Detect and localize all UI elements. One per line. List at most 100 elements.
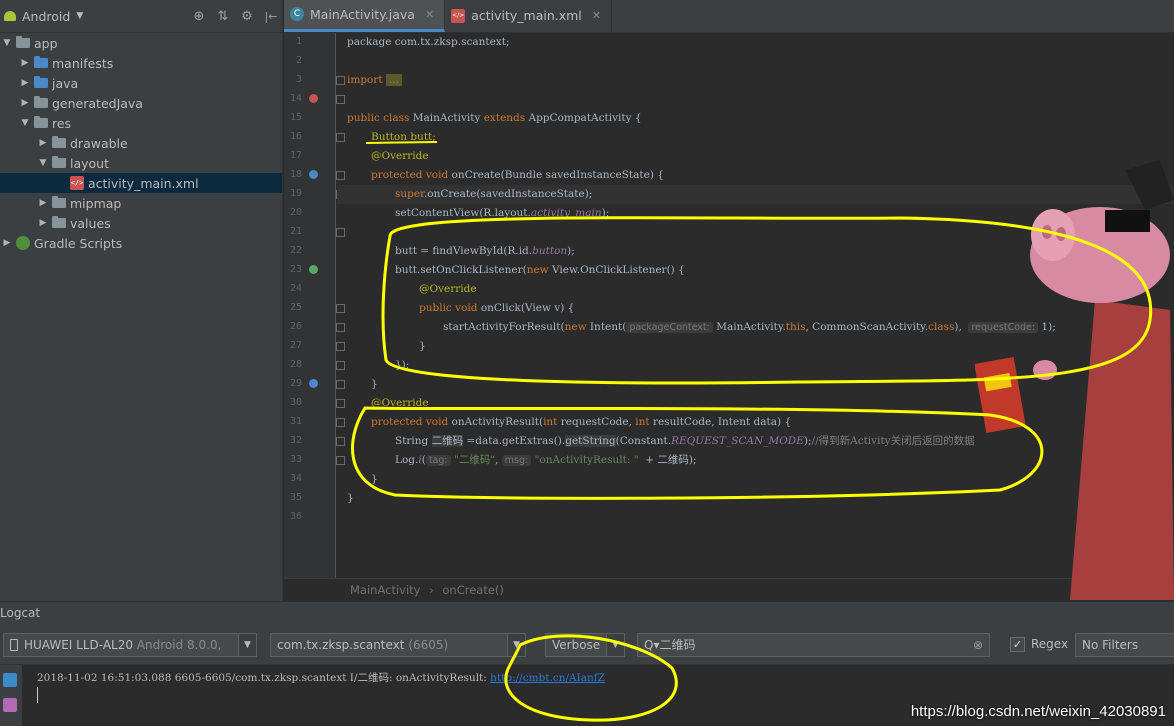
chevron-right-icon[interactable]: ▶: [36, 138, 50, 148]
implements-marker-icon[interactable]: [309, 170, 318, 179]
log-level-selector[interactable]: Verbose ▼: [545, 633, 625, 657]
chevron-right-icon[interactable]: ▶: [36, 218, 50, 228]
param-hint: requestCode:: [968, 322, 1039, 333]
tree-item-label: generatedJava: [52, 95, 143, 111]
close-icon[interactable]: ✕: [592, 9, 601, 22]
tab-activity-main-xml[interactable]: </> activity_main.xml ✕: [445, 0, 612, 32]
tree-item-activity-main-xml[interactable]: </> activity_main.xml: [0, 173, 282, 193]
line-number: 17: [289, 150, 302, 161]
code-line: startActivityForResult(new Intent(packag…: [443, 321, 1056, 333]
code-line: protected void onActivityResult(int requ…: [371, 416, 792, 428]
clear-icon[interactable]: ⊗: [973, 634, 983, 656]
tree-item-label: manifests: [52, 55, 114, 71]
breadcrumb-separator: ›: [429, 583, 434, 597]
chevron-right-icon[interactable]: ▶: [36, 198, 50, 208]
code-line: @Override: [419, 283, 477, 295]
line-number: 22: [289, 245, 302, 256]
collapse-all-icon[interactable]: ⇅: [212, 9, 234, 24]
code-line: }: [347, 492, 354, 504]
code-line: }: [371, 473, 378, 485]
chevron-right-icon[interactable]: ▶: [18, 98, 32, 108]
code-line: package com.tx.zksp.scantext;: [347, 36, 510, 48]
tree-item-gradle-scripts[interactable]: ▶ Gradle Scripts: [0, 233, 282, 253]
tree-item-app[interactable]: ▼ app: [0, 33, 282, 53]
android-icon: [4, 11, 16, 21]
trash-icon[interactable]: [3, 673, 17, 687]
watermark: https://blog.csdn.net/weixin_42030891: [910, 703, 1166, 720]
logcat-side-toolbar: [0, 665, 22, 726]
line-number: 16: [289, 131, 302, 142]
gradle-icon: [16, 236, 30, 250]
line-number: 28: [289, 359, 302, 370]
logcat-title: Logcat: [0, 606, 41, 620]
breadcrumb-item[interactable]: MainActivity: [350, 583, 420, 597]
close-icon[interactable]: ✕: [425, 8, 434, 21]
tree-item-java[interactable]: ▶ java: [0, 73, 282, 93]
tree-item-manifests[interactable]: ▶ manifests: [0, 53, 282, 73]
code-line-current: super.onCreate(savedInstanceState);: [337, 185, 1174, 204]
chevron-down-icon[interactable]: ▼: [606, 634, 624, 656]
xml-file-icon: </>: [451, 8, 466, 23]
gear-icon[interactable]: ⚙: [236, 9, 258, 24]
project-tree: ▼ app ▶ manifests ▶ java ▶ generatedJava ▼ res ▶ dr…: [0, 33, 282, 253]
code-editor[interactable]: package com.tx.zksp.scantext; import ...…: [337, 33, 1174, 578]
line-number: 18: [289, 169, 302, 180]
tree-item-label: Gradle Scripts: [34, 235, 123, 251]
folder-icon: [34, 76, 48, 88]
locate-icon[interactable]: ⊕: [188, 9, 210, 24]
java-class-icon: C: [290, 7, 304, 21]
chevron-down-icon[interactable]: ▼: [0, 38, 14, 48]
chevron-down-icon[interactable]: ▼: [507, 634, 525, 656]
folder-icon: [34, 96, 48, 108]
log-search-input[interactable]: Q▾二维码 ⊗: [637, 633, 990, 657]
log-link[interactable]: http://cmbt.cn/AIanfZ: [490, 672, 605, 684]
tab-mainactivity-java[interactable]: C MainActivity.java ✕: [284, 0, 446, 32]
code-line: public void onClick(View v) {: [419, 302, 575, 314]
project-panel: Android ▼ ⊕ ⇅ ⚙ |← ▼ app ▶ manifests ▶ java ▶ g…: [0, 0, 283, 601]
line-number: 2: [295, 55, 302, 66]
override-marker-icon[interactable]: [309, 94, 318, 103]
chevron-down-icon[interactable]: ▼: [18, 118, 32, 128]
tree-item-label: res: [52, 115, 72, 131]
view-selector[interactable]: Android: [22, 9, 70, 24]
code-line: setContentView(R.layout.activity_main);: [395, 207, 610, 219]
regex-label: Regex: [1031, 637, 1069, 651]
line-number: 21: [289, 226, 302, 237]
process-selector[interactable]: com.tx.zksp.scantext (6605) ▼: [270, 633, 526, 657]
chevron-right-icon[interactable]: ▶: [18, 58, 32, 68]
filter-selector[interactable]: No Filters: [1075, 633, 1174, 657]
tree-item-label: app: [34, 35, 58, 51]
line-number: 3: [295, 74, 302, 85]
code-line: butt.setOnClickListener(new View.OnClick…: [395, 264, 685, 276]
tree-item-drawable[interactable]: ▶ drawable: [0, 133, 282, 153]
param-hint: packageContext:: [626, 322, 713, 333]
tree-item-res[interactable]: ▼ res: [0, 113, 282, 133]
implements-marker-icon[interactable]: [309, 379, 318, 388]
tree-item-layout[interactable]: ▼ layout: [0, 153, 282, 173]
scroll-end-icon[interactable]: [3, 698, 17, 712]
regex-checkbox[interactable]: ✓: [1010, 637, 1025, 652]
editor-tabs: C MainActivity.java ✕ </> activity_main.…: [284, 0, 1174, 33]
tree-item-generatedjava[interactable]: ▶ generatedJava: [0, 93, 282, 113]
line-number: 27: [289, 340, 302, 351]
chevron-down-icon[interactable]: ▼: [238, 634, 256, 656]
code-line: butt = findViewById(R.id.button);: [395, 245, 575, 257]
tree-item-label: layout: [70, 155, 110, 171]
tree-item-label: mipmap: [70, 195, 122, 211]
folder-icon: [52, 216, 66, 228]
device-selector[interactable]: HUAWEI LLD-AL20 Android 8.0.0, ▼: [3, 633, 257, 657]
hide-panel-icon[interactable]: |←: [260, 10, 282, 23]
line-number: 34: [289, 473, 302, 484]
tree-item-mipmap[interactable]: ▶ mipmap: [0, 193, 282, 213]
line-number: 14: [289, 93, 302, 104]
param-hint: tag:: [425, 455, 451, 466]
chevron-down-icon[interactable]: ▼: [76, 11, 83, 21]
chevron-down-icon[interactable]: ▼: [36, 158, 50, 168]
line-number: 31: [289, 416, 302, 427]
override-marker-icon[interactable]: [309, 265, 318, 274]
folded-imports[interactable]: ...: [385, 74, 402, 86]
chevron-right-icon[interactable]: ▶: [18, 78, 32, 88]
breadcrumb-item[interactable]: onCreate(): [442, 583, 504, 597]
tree-item-values[interactable]: ▶ values: [0, 213, 282, 233]
chevron-right-icon[interactable]: ▶: [0, 238, 14, 248]
